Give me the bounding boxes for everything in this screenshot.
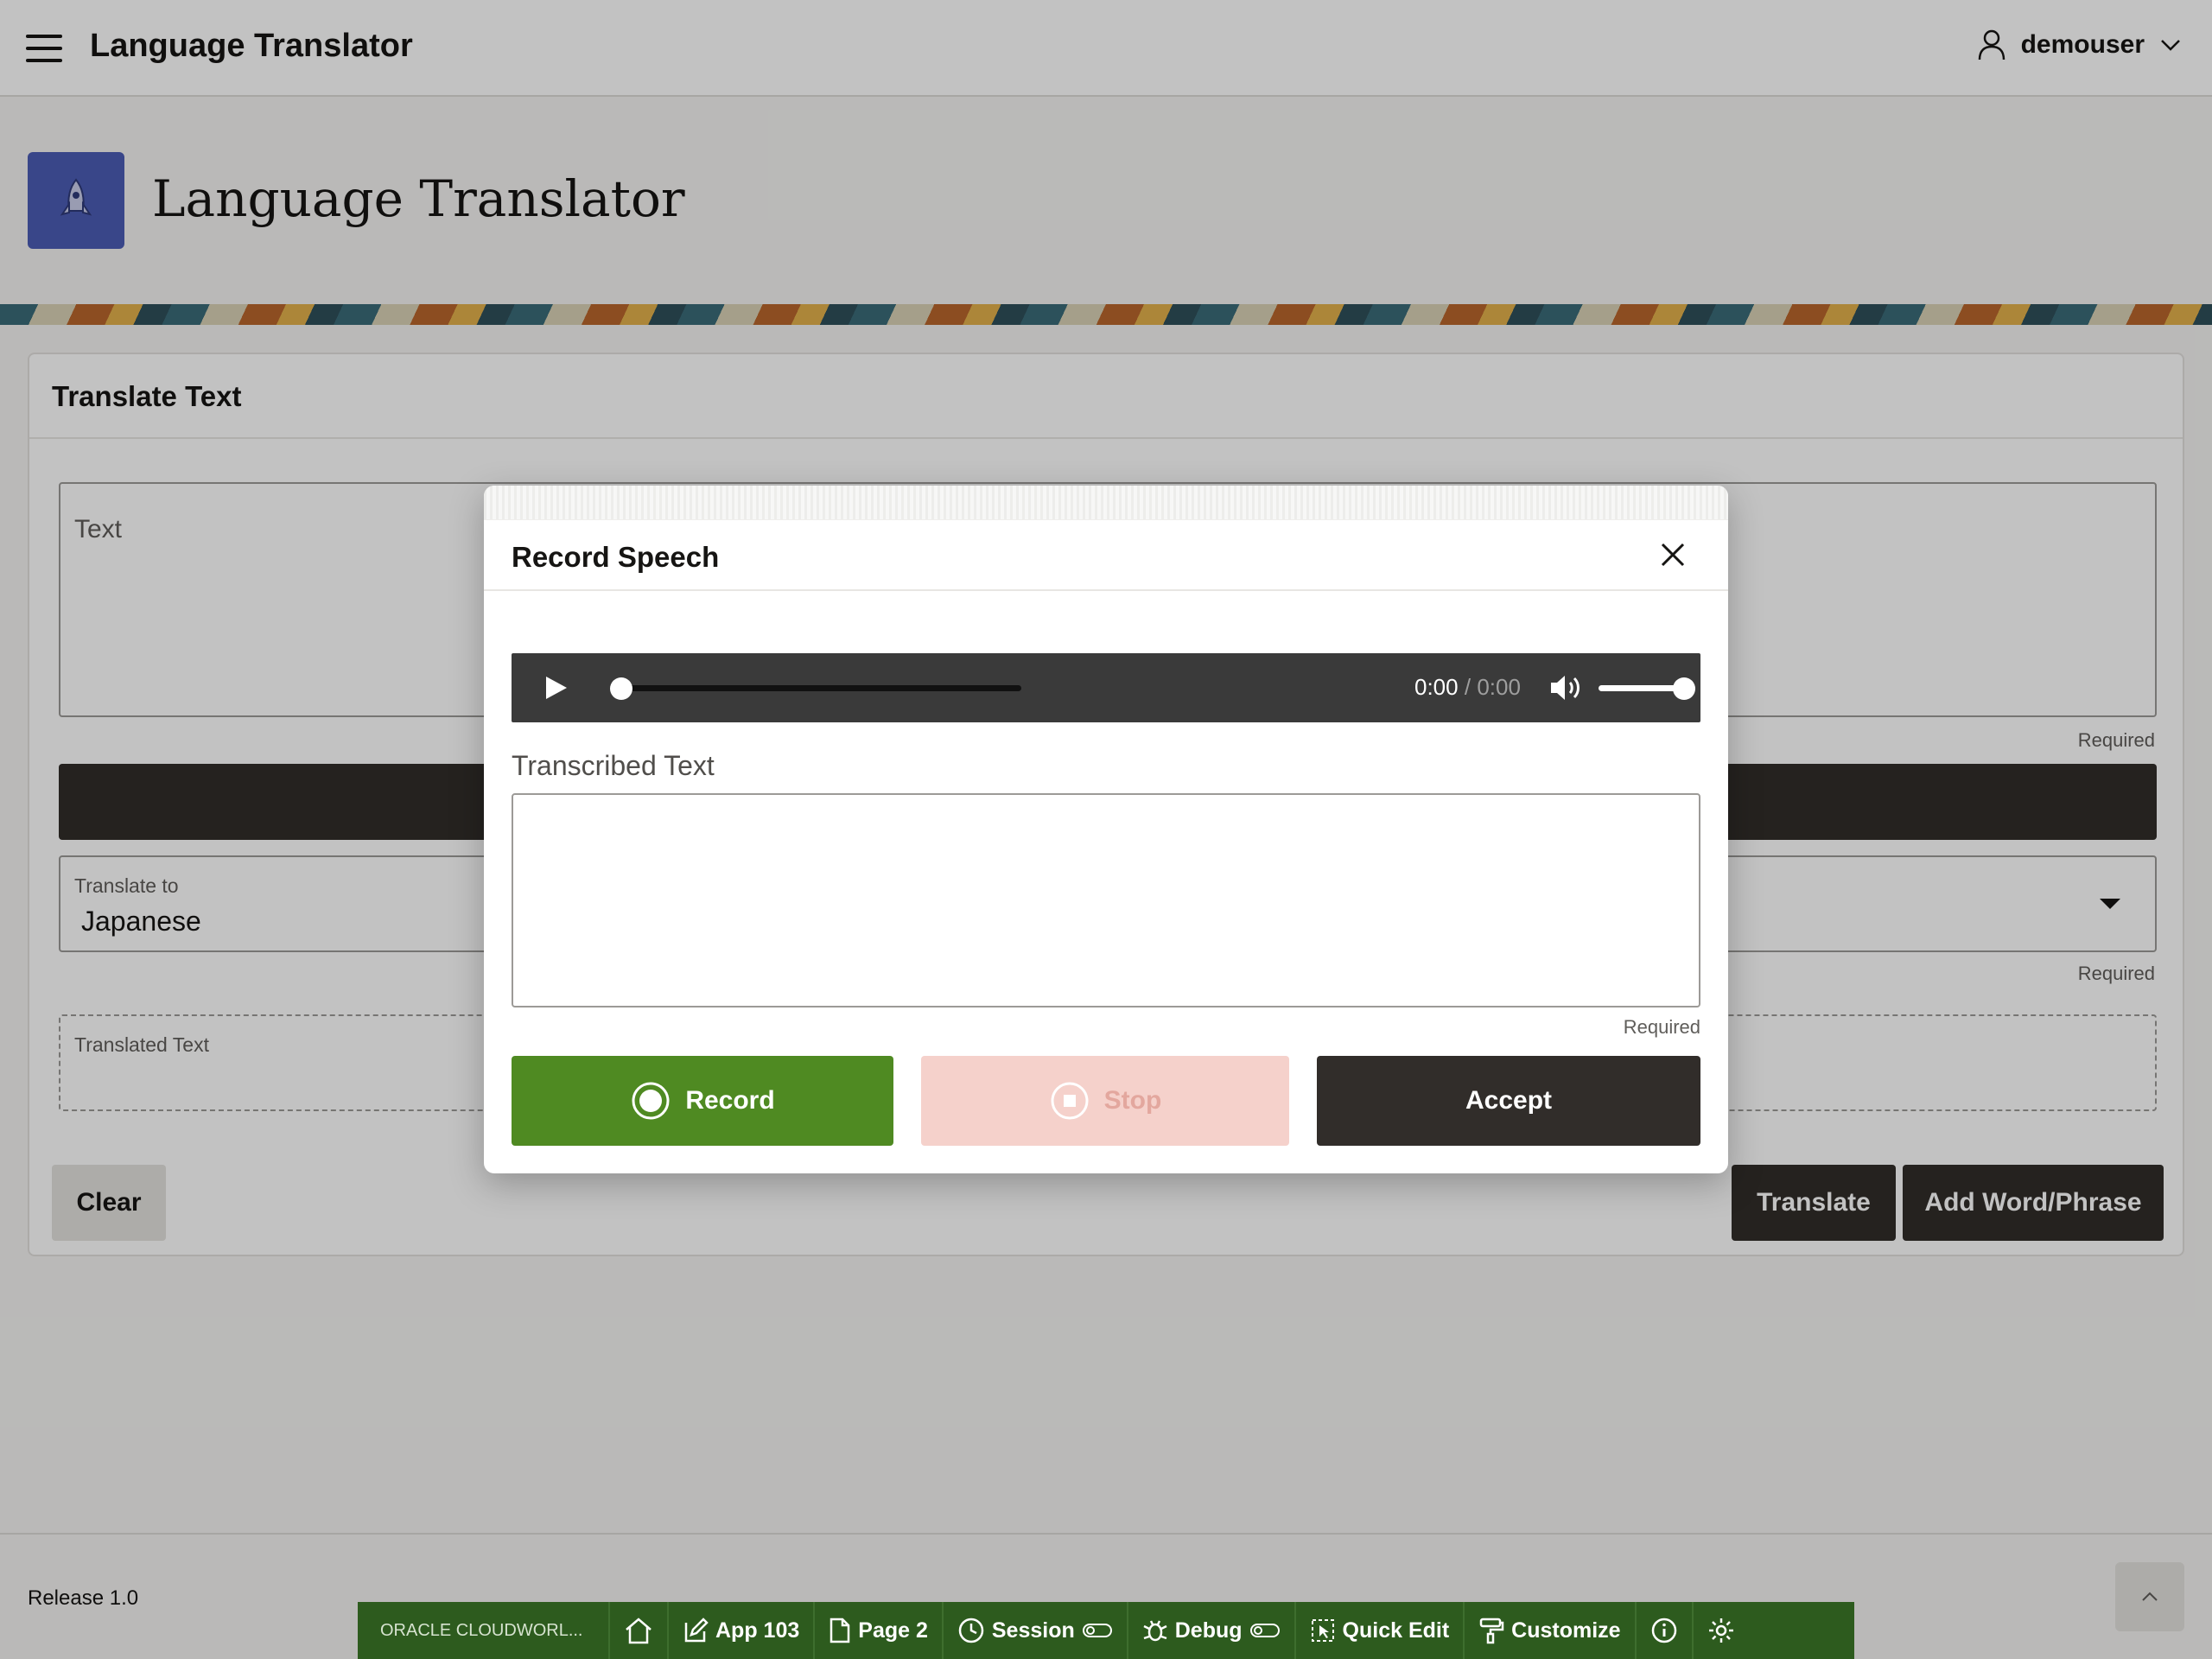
paint-roller-icon [1479,1618,1504,1644]
info-button[interactable] [1634,1602,1692,1659]
stop-icon [1051,1082,1089,1120]
dialog-title: Record Speech [512,541,720,573]
record-button[interactable]: Record [512,1056,893,1146]
page-icon [830,1618,850,1643]
debug-label: Debug [1174,1618,1243,1643]
gear-icon [1708,1618,1733,1643]
quick-edit-label: Quick Edit [1342,1618,1450,1643]
debug-button[interactable]: Debug [1126,1602,1294,1659]
audio-player: 0:00 / 0:00 [512,653,1700,722]
info-icon [1651,1618,1676,1643]
audio-seek-bar[interactable] [615,685,1021,691]
settings-button[interactable] [1691,1602,1749,1659]
edit-icon [684,1618,709,1643]
app-button[interactable]: App 103 [667,1602,813,1659]
customize-label: Customize [1511,1618,1621,1643]
audio-time-separator: / [1464,674,1471,700]
audio-duration: 0:00 [1477,674,1521,700]
bug-icon [1143,1620,1167,1642]
record-label: Record [685,1086,775,1115]
stop-button[interactable]: Stop [921,1056,1289,1146]
app-label: App 103 [715,1618,800,1643]
record-icon [632,1082,670,1120]
dialog-texture [484,486,1728,520]
stop-label: Stop [1103,1086,1162,1115]
accept-button[interactable]: Accept [1317,1056,1700,1146]
volume-thumb[interactable] [1673,677,1695,700]
quick-edit-button[interactable]: Quick Edit [1294,1602,1464,1659]
clock-icon [958,1618,984,1643]
dialog-header: Record Speech [484,520,1728,591]
session-label: Session [991,1618,1075,1643]
volume-icon[interactable] [1548,672,1583,703]
play-icon[interactable] [543,675,569,701]
required-note-transcribed: Required [1623,1016,1700,1038]
customize-button[interactable]: Customize [1463,1602,1634,1659]
developer-toolbar: ORACLE CLOUDWORL... App 103 Page 2 Sessi… [358,1602,1854,1659]
transcribed-text-label: Transcribed Text [512,750,715,781]
home-icon [626,1618,652,1644]
close-icon[interactable] [1657,539,1688,570]
transcribed-text-field[interactable] [512,793,1700,1007]
page-button[interactable]: Page 2 [813,1602,942,1659]
toggle-icon [1082,1624,1112,1637]
cursor-select-icon [1311,1619,1334,1642]
toggle-icon [1249,1624,1280,1637]
home-button[interactable] [608,1602,667,1659]
audio-seek-thumb[interactable] [610,677,632,700]
page-label: Page 2 [858,1618,928,1643]
audio-time: 0:00 / 0:00 [1414,674,1521,701]
record-speech-dialog: Record Speech 0:00 / 0:00 Transcribed Te… [484,486,1728,1173]
session-button[interactable]: Session [941,1602,1127,1659]
workspace-name: ORACLE CLOUDWORL... [380,1620,583,1640]
audio-current-time: 0:00 [1414,674,1459,700]
